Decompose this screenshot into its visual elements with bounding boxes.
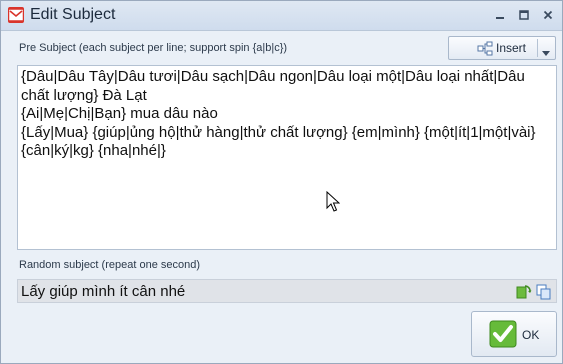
check-icon (489, 320, 517, 353)
mail-envelope-icon (8, 7, 24, 23)
maximize-icon[interactable] (515, 7, 533, 23)
random-subject-field: Lấy giúp mình ít cân nhé (17, 279, 557, 303)
title-bar: Edit Subject (1, 1, 562, 31)
random-subject-value: Lấy giúp mình ít cân nhé (21, 283, 186, 300)
pre-subject-textarea[interactable]: {Dâu|Dâu Tây|Dâu tươi|Dâu sạch|Dâu ngon|… (17, 65, 557, 250)
ok-button[interactable]: OK (471, 311, 557, 357)
insert-tree-icon (477, 41, 493, 59)
random-subject-label: Random subject (repeat one second) (19, 259, 200, 271)
insert-button[interactable]: Insert (448, 36, 556, 60)
ok-label: OK (522, 328, 540, 342)
pre-subject-label: Pre Subject (each subject per line; supp… (19, 42, 288, 54)
mouse-pointer-icon (326, 190, 341, 218)
edit-subject-window: Edit Subject Pre Subject (each subject p… (0, 0, 563, 364)
insert-divider (537, 39, 538, 57)
insert-label: Insert (496, 41, 527, 55)
copy-icon[interactable] (536, 284, 552, 300)
chevron-down-icon[interactable] (542, 45, 550, 59)
close-icon[interactable] (539, 7, 557, 23)
regenerate-icon[interactable] (516, 284, 532, 300)
window-title: Edit Subject (30, 6, 116, 23)
minimize-icon[interactable] (491, 7, 509, 23)
